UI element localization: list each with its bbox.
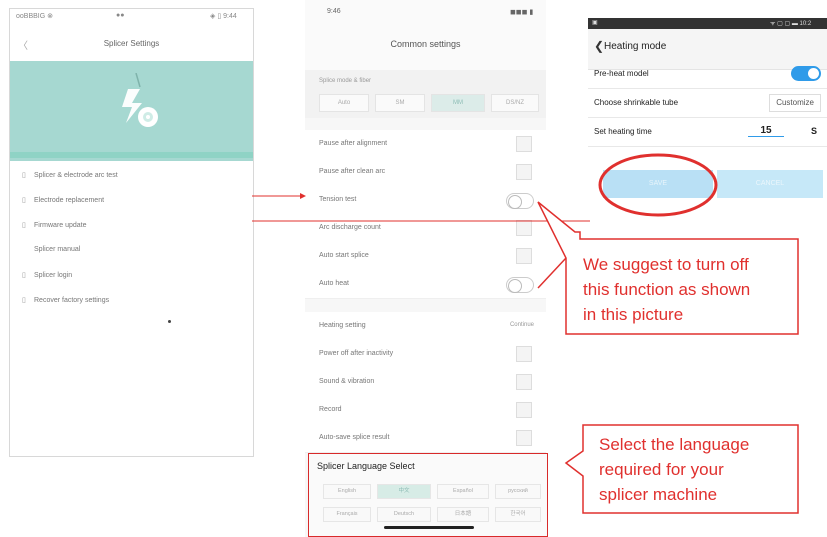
callout-language-line-2: required for your <box>599 460 724 479</box>
callout-suggestion-line-2: this function as shown <box>583 280 751 299</box>
callout-suggestion-line-1: We suggest to turn off <box>583 255 749 274</box>
highlight-ellipse <box>598 153 718 217</box>
callout-pointer-line <box>537 257 567 289</box>
callout-suggestion-line-3: in this picture <box>583 305 684 324</box>
callout-language-line-3: splicer machine <box>599 485 718 504</box>
callout-language-line-1: Select the language <box>599 435 750 454</box>
arrow-head-icon <box>300 193 306 199</box>
